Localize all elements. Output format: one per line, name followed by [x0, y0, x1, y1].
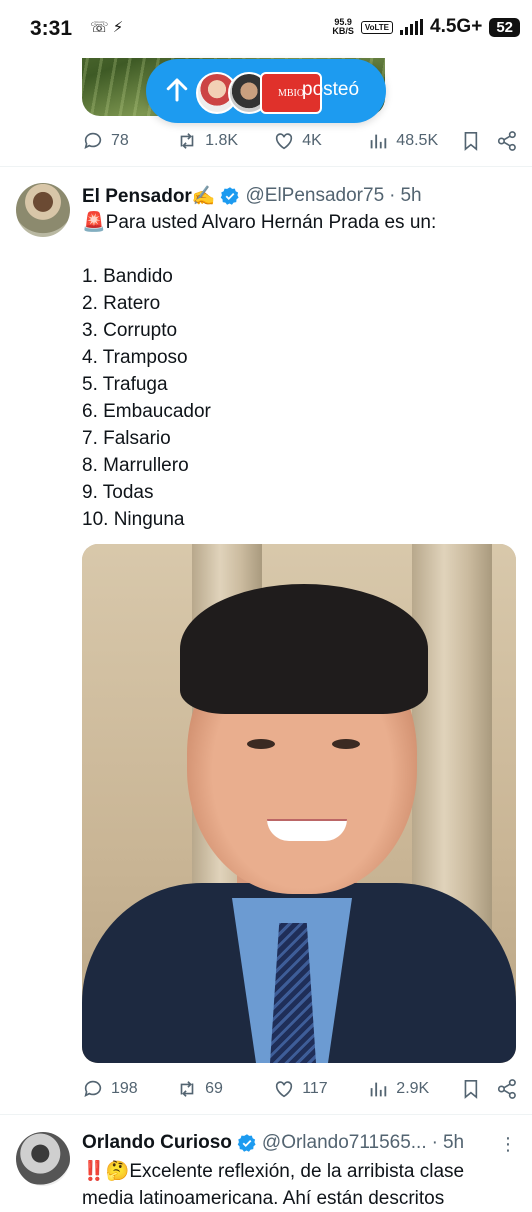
list-item: 9. Todas: [82, 482, 154, 503]
like-button[interactable]: 117: [273, 1078, 367, 1100]
tweet-text: 🚨Para usted Alvaro Hernán Prada es un: 1…: [82, 209, 518, 533]
like-count: 117: [302, 1080, 328, 1097]
like-button[interactable]: 4K: [273, 130, 367, 152]
signal-icon: [400, 19, 424, 35]
tweet-actions: 198 69 117 2.9K: [82, 1075, 518, 1103]
retweet-icon: [180, 1081, 194, 1097]
tweet-text: ‼️🤔Excelente reflexión, de la arribista …: [82, 1158, 518, 1212]
photo-eye: [247, 739, 275, 749]
heart-icon: [276, 133, 293, 150]
list-item: 5. Trafuga: [82, 374, 168, 395]
like-count: 4K: [302, 132, 322, 149]
views-button[interactable]: 48.5K: [367, 130, 460, 152]
status-right: 95.9 KB/S VoLTE 4.5G+ 52: [332, 16, 520, 38]
tweet-intro: 🚨Para usted Alvaro Hernán Prada es un:: [82, 212, 437, 233]
list-item: 10. Ninguna: [82, 509, 185, 530]
separator-dot: ·: [431, 1132, 438, 1153]
reply-count: 198: [111, 1080, 138, 1097]
verified-badge-icon: [221, 187, 240, 205]
list-item: 3. Corrupto: [82, 320, 178, 341]
retweet-button[interactable]: 69: [176, 1078, 273, 1100]
avatar[interactable]: [16, 1132, 70, 1186]
retweet-icon: [180, 133, 194, 149]
tweet-time[interactable]: 5h: [400, 185, 421, 207]
author-name[interactable]: El Pensador✍️: [82, 184, 215, 208]
list-item: 6. Embaucador: [82, 401, 211, 422]
more-options-icon[interactable]: ⋮: [499, 1134, 518, 1155]
retweet-count: 69: [205, 1080, 223, 1097]
separator-dot: ·: [389, 185, 396, 206]
tweet-photo[interactable]: [82, 544, 516, 1063]
network-type: 4.5G+: [430, 16, 483, 37]
views-count: 2.9K: [396, 1080, 430, 1097]
tweet-divider: [0, 166, 532, 167]
toast-logo-text: MBIO: [277, 87, 305, 99]
reply-button[interactable]: 78: [82, 130, 176, 152]
list-item: 8. Marrullero: [82, 455, 189, 476]
toast-label: posteó: [302, 79, 360, 100]
author-handle[interactable]: @Orlando711565...: [262, 1132, 427, 1154]
net-speed: 95.9 KB/S: [332, 18, 354, 36]
new-posts-toast[interactable]: MBIO posteó: [146, 59, 386, 123]
views-count: 48.5K: [396, 132, 439, 149]
tweet-header: El Pensador✍️ @ElPensador75 · 5h: [82, 184, 422, 208]
bookmark-icon[interactable]: [460, 1078, 482, 1100]
reply-icon: [84, 1080, 102, 1097]
list-item: 7. Falsario: [82, 428, 171, 449]
tweet-time[interactable]: 5h: [443, 1132, 464, 1154]
author-handle[interactable]: @ElPensador75: [245, 185, 384, 207]
reply-icon: [84, 132, 102, 149]
verified-badge-icon: [237, 1134, 256, 1152]
reply-button[interactable]: 198: [82, 1078, 176, 1100]
status-time: 3:31: [30, 17, 73, 40]
views-button[interactable]: 2.9K: [367, 1078, 460, 1100]
poll-options-list: 1. Bandido 2. Ratero 3. Corrupto 4. Tram…: [82, 263, 518, 533]
status-notification-icons: ☏⚡: [90, 18, 127, 36]
net-speed-unit: KB/S: [332, 26, 354, 36]
photo-smile: [267, 819, 347, 841]
photo-eye: [332, 739, 360, 749]
share-icon[interactable]: [496, 130, 518, 152]
volte-badge: VoLTE: [360, 20, 394, 34]
list-item: 4. Tramposo: [82, 347, 188, 368]
arrow-up-icon: [166, 78, 188, 102]
tweet-header: Orlando Curioso @Orlando711565... · 5h: [82, 1132, 464, 1154]
list-item: 1. Bandido: [82, 266, 173, 287]
battery-indicator: 52: [489, 17, 520, 37]
author-name[interactable]: Orlando Curioso: [82, 1132, 232, 1154]
views-icon: [370, 1082, 387, 1097]
tweet-body: ‼️🤔Excelente reflexión, de la arribista …: [82, 1161, 465, 1209]
retweet-button[interactable]: 1.8K: [176, 130, 273, 152]
messenger-icon: ⚡: [112, 19, 128, 36]
reply-count: 78: [111, 132, 129, 149]
heart-icon: [276, 1081, 293, 1098]
views-icon: [370, 134, 387, 149]
bookmark-icon[interactable]: [460, 130, 482, 152]
status-bar: 3:31 ☏⚡ 95.9 KB/S VoLTE 4.5G+ 52: [0, 0, 532, 58]
photo-hair: [180, 584, 428, 714]
retweet-count: 1.8K: [205, 132, 239, 149]
missed-call-icon: ☏: [90, 19, 113, 36]
prev-tweet-actions: 78 1.8K 4K 48.5K: [82, 127, 518, 155]
list-item: 2. Ratero: [82, 293, 161, 314]
share-icon[interactable]: [496, 1078, 518, 1100]
avatar[interactable]: [16, 183, 70, 237]
tweet-divider: [0, 1114, 532, 1115]
